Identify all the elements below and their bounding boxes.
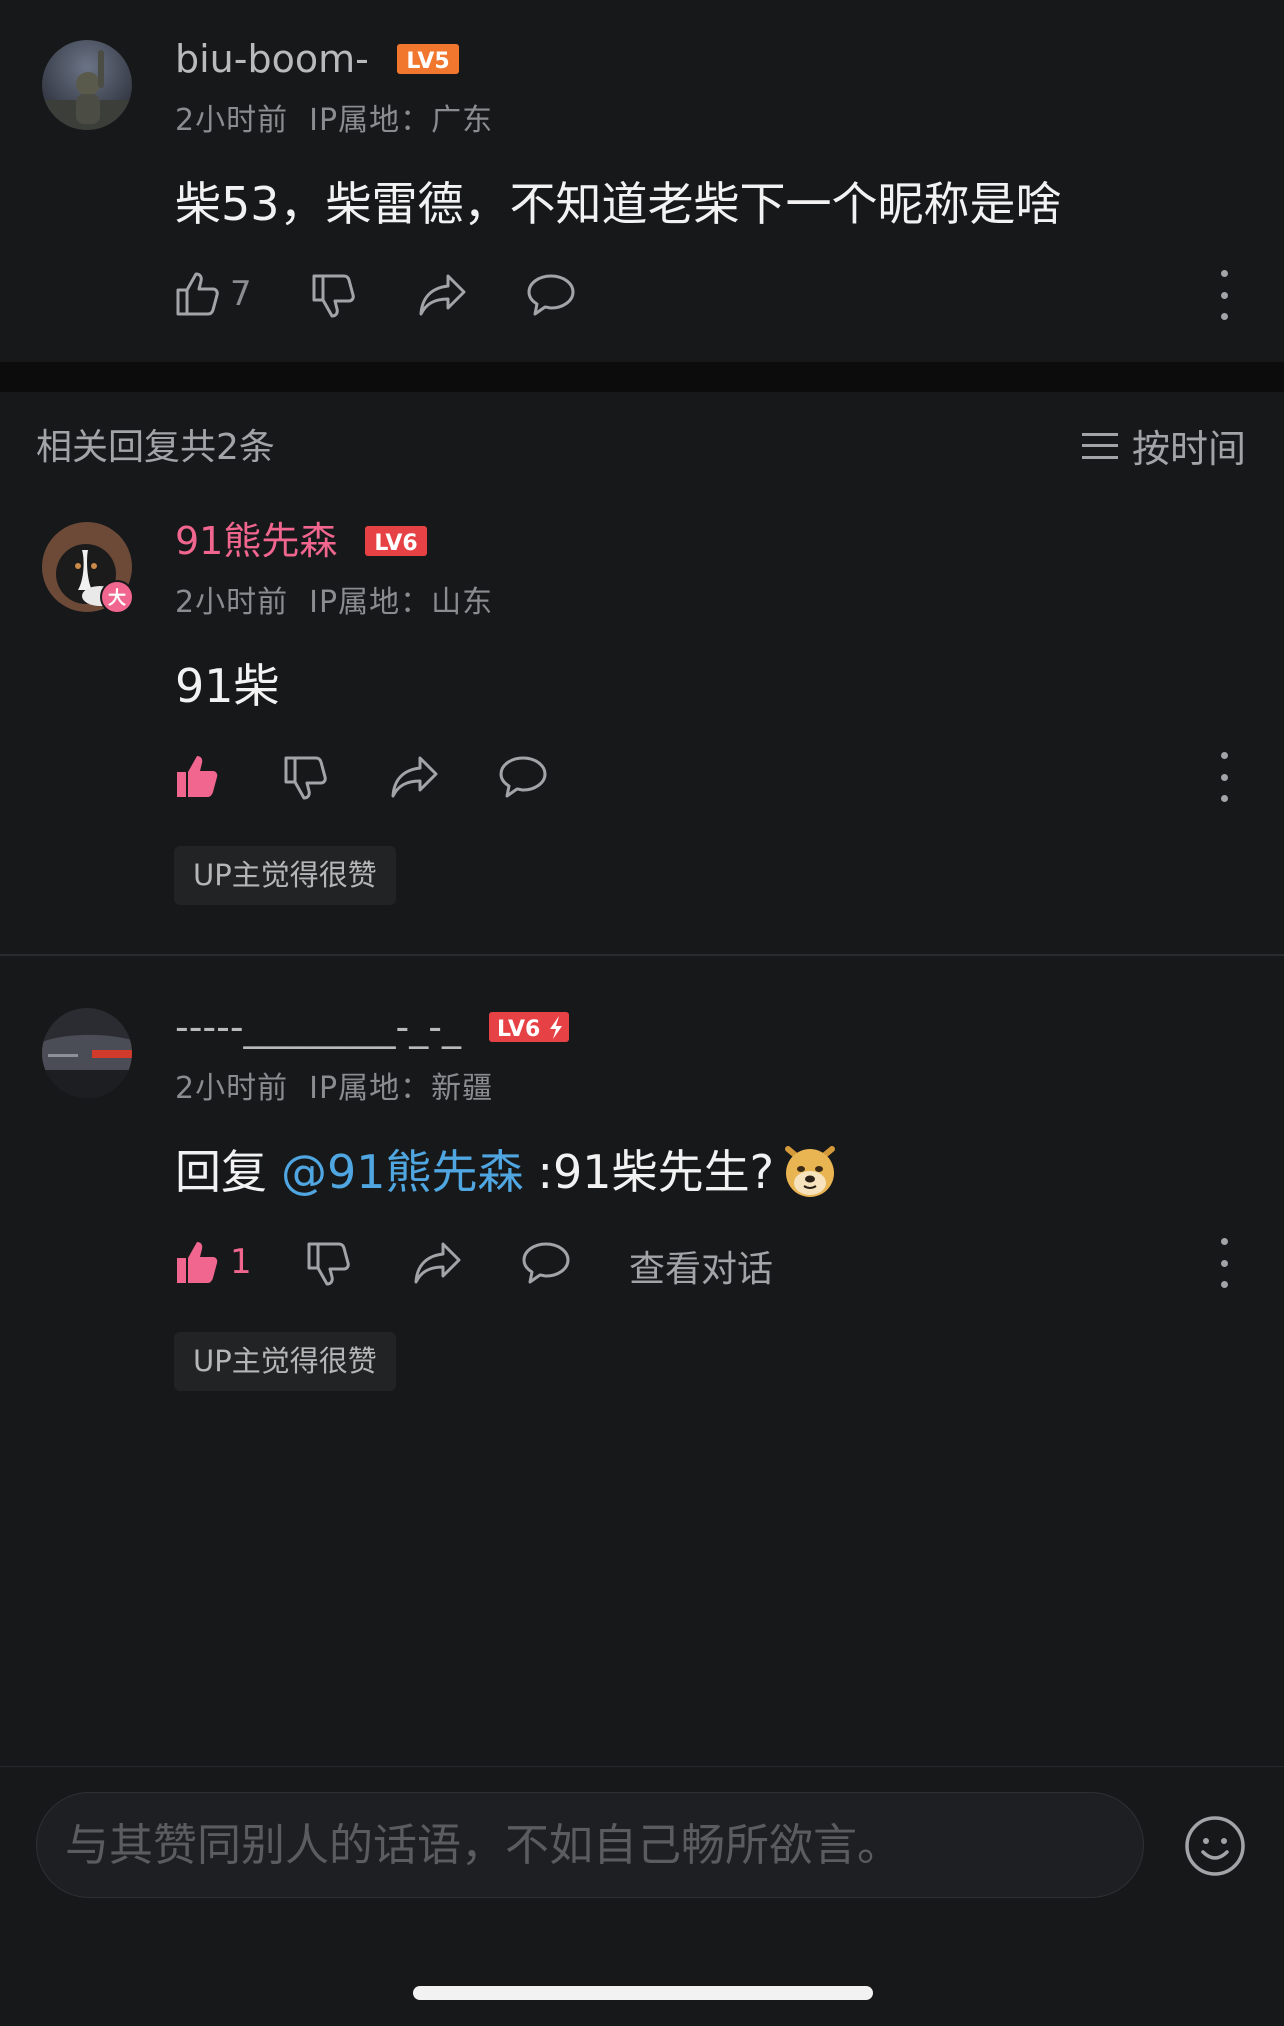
doge-emoji-icon [785, 1146, 835, 1197]
sort-label: 按时间 [1131, 427, 1246, 471]
share-icon [414, 1242, 461, 1284]
like-button-active[interactable]: 1 [174, 1238, 252, 1286]
emoji-button[interactable] [1184, 1815, 1246, 1881]
more-options-button[interactable] [1209, 752, 1239, 802]
smiley-face-icon [1185, 1816, 1245, 1876]
dislike-button[interactable] [282, 754, 330, 806]
share-icon [419, 274, 466, 316]
sort-list-icon [1081, 432, 1118, 459]
share-button[interactable] [418, 272, 468, 322]
home-indicator[interactable] [413, 1986, 873, 2000]
comment-icon [527, 274, 575, 316]
comment-time: 2小时前 [175, 103, 289, 138]
sort-by-time-button[interactable]: 按时间 [1081, 418, 1246, 473]
thumbs-down-icon [284, 756, 327, 800]
more-options-button[interactable] [1209, 270, 1239, 320]
comment-input-placeholder: 与其赞同别人的话语，不如自己畅所欲言。 [65, 1820, 901, 1871]
username[interactable]: biu-boom- [175, 37, 369, 81]
reply-time: 2小时前 [175, 1071, 289, 1106]
svg-text:大: 大 [108, 587, 126, 609]
reply-time: 2小时前 [175, 585, 289, 620]
like-count: 7 [230, 274, 252, 314]
dislike-button[interactable] [310, 272, 358, 324]
up-liked-tag: UP主觉得很赞 [174, 846, 396, 905]
like-count: 1 [230, 1242, 252, 1282]
comment-ip: IP属地：广东 [309, 103, 494, 138]
reply-ip: IP属地：新疆 [309, 1071, 494, 1106]
reply-button[interactable] [498, 754, 548, 804]
reply-content: 回复 @91熊先森 :91柴先生? [175, 1136, 840, 1202]
share-icon [391, 756, 438, 798]
share-button[interactable] [413, 1240, 463, 1290]
more-options-button[interactable] [1209, 1238, 1239, 1288]
level-badge-lv6-plus: LV6 [489, 1011, 570, 1042]
username[interactable]: -----________-_-_ [175, 1005, 461, 1049]
comment-content: 柴53，柴雷德，不知道老柴下一个昵称是啥 [175, 177, 1062, 231]
comment-meta: 2小时前 IP属地：广东 [175, 95, 493, 139]
thumbs-up-icon [176, 272, 219, 316]
svg-text:LV5: LV5 [406, 49, 449, 74]
thumbs-down-icon [307, 1242, 350, 1286]
svg-text:LV6: LV6 [497, 1017, 540, 1042]
reply-separator [0, 954, 1284, 956]
reply-prefix: 回复 [175, 1145, 267, 1199]
svg-text:LV6: LV6 [375, 531, 418, 556]
comment-input-box[interactable]: 与其赞同别人的话语，不如自己畅所欲言。 [36, 1792, 1144, 1898]
reply-meta: 2小时前 IP属地：山东 [175, 577, 493, 621]
mention-link[interactable]: @91熊先森 [281, 1136, 524, 1202]
vip-badge-icon: 大 [100, 580, 134, 614]
reply-text: :91柴先生? [537, 1145, 774, 1199]
thumbs-up-filled-icon [177, 1242, 218, 1283]
replies-count-title: 相关回复共2条 [36, 427, 275, 468]
section-divider [0, 362, 1284, 392]
view-conversation-link[interactable]: 查看对话 [629, 1240, 773, 1292]
up-liked-tag: UP主觉得很赞 [174, 1332, 396, 1391]
share-button[interactable] [390, 754, 440, 804]
reply-meta: 2小时前 IP属地：新疆 [175, 1063, 493, 1107]
reply-button[interactable] [526, 272, 576, 322]
level-badge-lv6: LV6 [365, 525, 428, 556]
thumbs-down-icon [312, 274, 355, 318]
username[interactable]: 91熊先森 [175, 519, 337, 563]
composer-top-border [0, 1766, 1284, 1767]
thumbs-up-filled-icon [177, 756, 218, 797]
avatar-dashes-user[interactable] [42, 1008, 132, 1098]
comment-icon [499, 756, 547, 798]
reply-content: 91柴 [175, 659, 280, 713]
dislike-button[interactable] [305, 1240, 353, 1292]
reply-ip: IP属地：山东 [309, 585, 494, 620]
avatar-biu-boom[interactable] [42, 40, 132, 130]
comment-icon [522, 1242, 570, 1284]
reply-button[interactable] [521, 1240, 571, 1290]
level-badge-lv5: LV5 [396, 43, 459, 74]
like-button-active[interactable] [174, 752, 222, 800]
like-button[interactable]: 7 [174, 270, 252, 318]
